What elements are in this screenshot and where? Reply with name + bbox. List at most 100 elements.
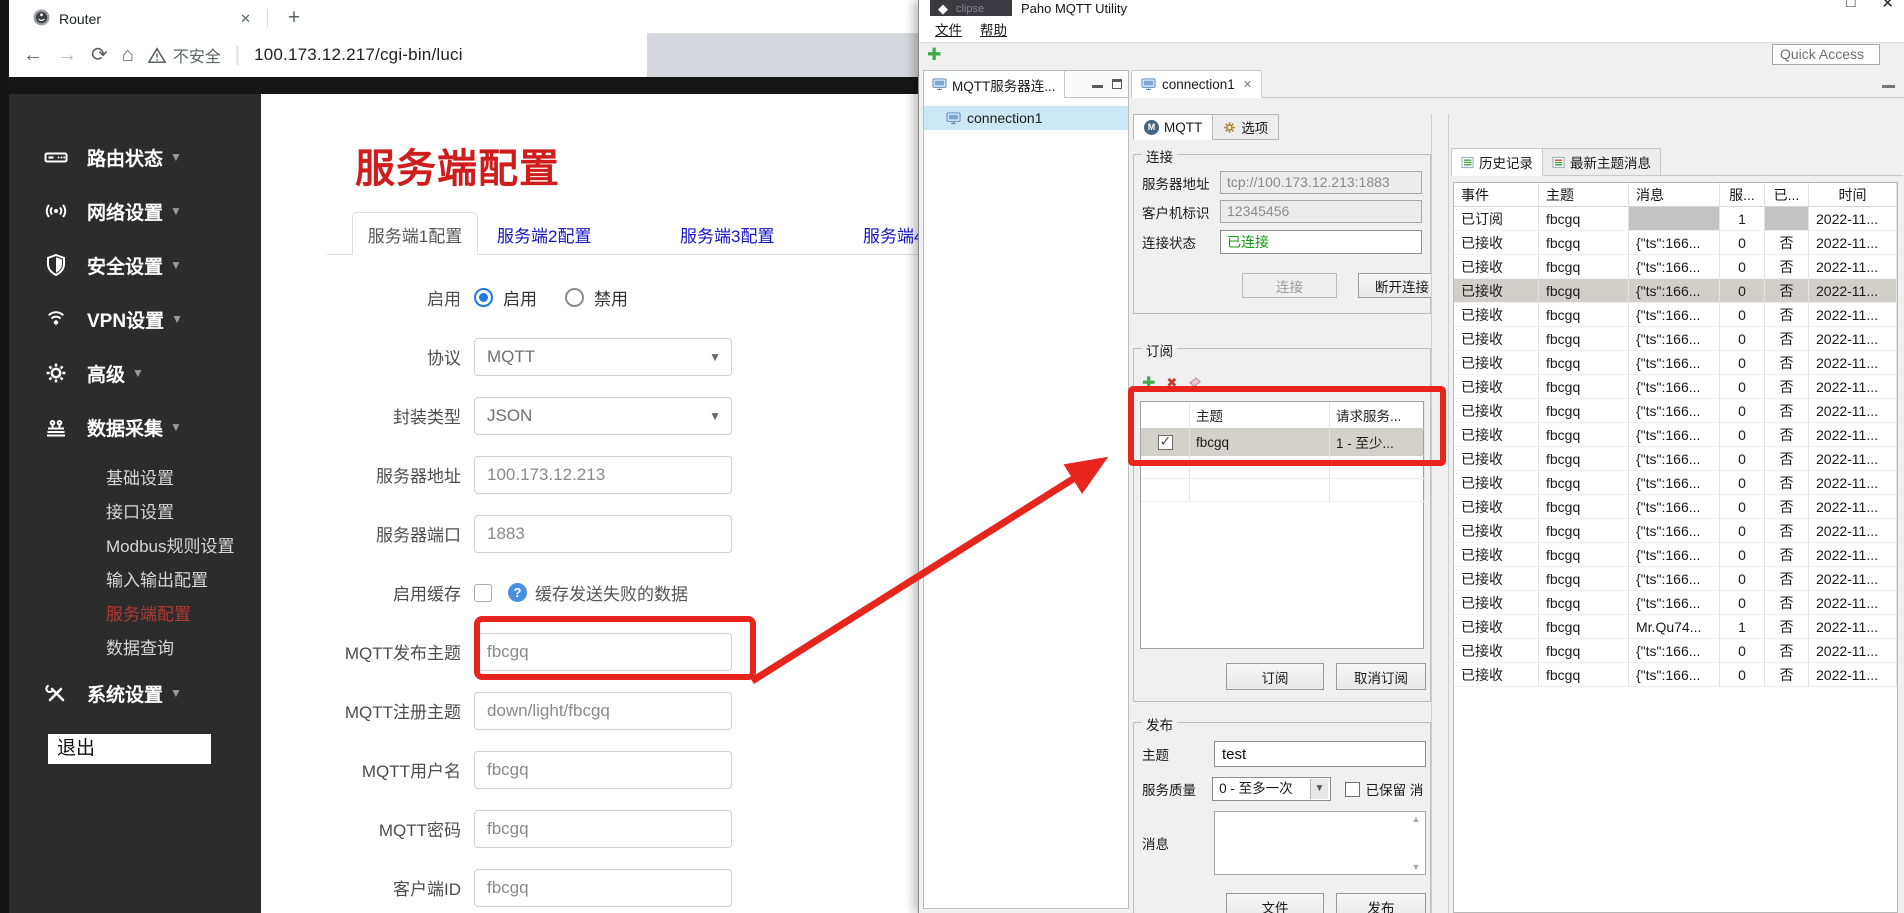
qos-select[interactable]: 0 - 至多一次▼ <box>1212 777 1331 801</box>
tab-server3[interactable]: 服务端3配置 <box>680 222 774 247</box>
sidebar-subitem-basic[interactable]: 基础设置 <box>9 462 261 496</box>
subscribe-button[interactable]: 订阅 <box>1226 663 1324 690</box>
table-row[interactable]: 已接收fbcgq{"ts":166...0否2022-11... <box>1454 303 1897 327</box>
sidebar-item-system[interactable]: 系统设置▼ <box>9 666 261 720</box>
forward-icon[interactable]: → <box>57 45 77 65</box>
table-row[interactable]: 已接收fbcgq{"ts":166...0否2022-11... <box>1454 423 1897 447</box>
table-row[interactable]: 已接收fbcgq{"ts":166...0否2022-11... <box>1454 591 1897 615</box>
pub-topic-input[interactable] <box>474 633 732 671</box>
table-row[interactable]: 已接收fbcgq{"ts":166...0否2022-11... <box>1454 255 1897 279</box>
unsubscribe-button[interactable]: 取消订阅 <box>1336 663 1426 690</box>
protocol-select[interactable]: MQTT▼ <box>474 338 732 376</box>
vertical-scrollbar[interactable] <box>1431 114 1449 913</box>
header-retained[interactable]: 已... <box>1765 183 1809 207</box>
mqtt-password-input[interactable] <box>474 810 732 848</box>
table-row[interactable]: 已接收fbcgq{"ts":166...0否2022-11... <box>1454 567 1897 591</box>
sidebar-item-network[interactable]: 网络设置▼ <box>9 184 261 238</box>
table-row[interactable]: 已接收fbcgqMr.Qu74...1否2022-11... <box>1454 615 1897 639</box>
connections-panel-tab[interactable]: MQTT服务器连... <box>924 71 1065 98</box>
header-message[interactable]: 消息 <box>1629 183 1720 207</box>
mqtt-username-input[interactable] <box>474 751 732 789</box>
sidebar-item-data-collect[interactable]: 数据采集▼ <box>9 400 261 454</box>
header-topic[interactable]: 主题 <box>1539 183 1629 207</box>
scroll-arrows[interactable]: ▲▼ <box>1409 814 1423 872</box>
maximize-icon[interactable]: □ <box>1846 0 1855 12</box>
file-button[interactable]: 文件 <box>1226 893 1324 913</box>
delete-subscription-icon[interactable]: ✖ <box>1166 375 1177 391</box>
security-status[interactable]: 不安全 <box>148 43 221 67</box>
sidebar-item-router-status[interactable]: 路由状态▼ <box>9 130 261 184</box>
sidebar-subitem-modbus[interactable]: Modbus规则设置 <box>9 530 261 564</box>
add-subscription-icon[interactable]: ✚ <box>1142 373 1155 393</box>
header-qos[interactable]: 服... <box>1720 183 1765 207</box>
reload-icon[interactable]: ⟳ <box>91 45 108 65</box>
client-id-input[interactable] <box>474 869 732 907</box>
menu-file[interactable]: 文件 <box>927 17 970 41</box>
clear-icon[interactable] <box>1188 377 1204 389</box>
sidebar-item-advanced[interactable]: 高级▼ <box>9 346 261 400</box>
connect-button[interactable]: 连接 <box>1242 273 1337 298</box>
table-row[interactable]: 已接收fbcgq{"ts":166...0否2022-11... <box>1454 471 1897 495</box>
table-row[interactable]: 已接收fbcgq{"ts":166...0否2022-11... <box>1454 399 1897 423</box>
tab-history[interactable]: 历史记录 <box>1451 148 1543 176</box>
back-icon[interactable]: ← <box>23 45 43 65</box>
restore-icon[interactable] <box>1882 80 1895 88</box>
maximize-panel-icon[interactable] <box>1112 79 1122 89</box>
sidebar-subitem-io[interactable]: 输入输出配置 <box>9 564 261 598</box>
table-row[interactable]: 已接收fbcgq{"ts":166...0否2022-11... <box>1454 279 1897 303</box>
publish-button[interactable]: 发布 <box>1336 893 1426 913</box>
subscription-checkbox[interactable] <box>1158 435 1173 450</box>
tab-server4[interactable]: 服务端4配置 <box>863 222 918 247</box>
table-row[interactable]: 已接收fbcgq{"ts":166...0否2022-11... <box>1454 663 1897 687</box>
tab-mqtt[interactable]: M MQTT <box>1133 114 1213 140</box>
tab-close-icon[interactable]: ✕ <box>240 11 251 27</box>
quick-access-box[interactable]: Quick Access <box>1772 44 1880 65</box>
table-row[interactable]: 已接收fbcgq{"ts":166...0否2022-11... <box>1454 495 1897 519</box>
tab-options[interactable]: 选项 <box>1213 114 1279 140</box>
sidebar-item-vpn[interactable]: VPN设置▼ <box>9 292 261 346</box>
table-row[interactable]: 已接收fbcgq{"ts":166...0否2022-11... <box>1454 231 1897 255</box>
tab-server2[interactable]: 服务端2配置 <box>497 222 591 247</box>
connection-tree-item[interactable]: connection1 <box>924 106 1128 130</box>
message-textarea[interactable]: ▲▼ <box>1214 811 1426 875</box>
menu-help[interactable]: 帮助 <box>972 17 1015 41</box>
reg-topic-input[interactable] <box>474 692 732 730</box>
home-icon[interactable]: ⌂ <box>122 45 134 65</box>
server-addr-input[interactable] <box>474 456 732 494</box>
table-row[interactable]: 已接收fbcgq{"ts":166...0否2022-11... <box>1454 639 1897 663</box>
close-icon[interactable]: ✕ <box>1881 0 1894 12</box>
new-tab-button[interactable]: + <box>281 5 307 31</box>
table-row[interactable]: 已订阅fbcgq12022-11... <box>1454 207 1897 231</box>
header-topic[interactable]: 主题 <box>1190 402 1330 429</box>
subscription-row[interactable]: fbcgq 1 - 至少... <box>1141 429 1423 456</box>
encap-select[interactable]: JSON▼ <box>474 397 732 435</box>
tab-latest-messages[interactable]: 最新主题消息 <box>1543 148 1661 176</box>
table-row[interactable]: 已接收fbcgq{"ts":166...0否2022-11... <box>1454 447 1897 471</box>
logout-button[interactable]: 退出 <box>48 734 211 764</box>
browser-tab[interactable]: Router ✕ <box>23 4 261 33</box>
enable-radio[interactable] <box>474 288 493 307</box>
url-text[interactable]: 100.173.12.217/cgi-bin/luci <box>254 45 463 65</box>
table-row[interactable]: 已接收fbcgq{"ts":166...0否2022-11... <box>1454 543 1897 567</box>
publish-topic-input[interactable] <box>1214 741 1426 767</box>
sidebar-item-security[interactable]: 安全设置▼ <box>9 238 261 292</box>
minimize-icon[interactable] <box>1092 79 1103 88</box>
header-qos[interactable]: 请求服务... <box>1330 402 1425 429</box>
table-row[interactable]: 已接收fbcgq{"ts":166...0否2022-11... <box>1454 351 1897 375</box>
disable-radio[interactable] <box>565 288 584 307</box>
new-connection-icon[interactable]: ✚ <box>927 45 941 65</box>
retained-checkbox[interactable] <box>1345 782 1360 797</box>
table-row[interactable]: 已接收fbcgq{"ts":166...0否2022-11... <box>1454 327 1897 351</box>
table-row[interactable]: 已接收fbcgq{"ts":166...0否2022-11... <box>1454 375 1897 399</box>
header-time[interactable]: 时间 <box>1809 183 1897 207</box>
sidebar-subitem-data-query[interactable]: 数据查询 <box>9 632 261 666</box>
table-row[interactable]: 已接收fbcgq{"ts":166...0否2022-11... <box>1454 519 1897 543</box>
header-event[interactable]: 事件 <box>1454 183 1539 207</box>
cache-checkbox[interactable] <box>474 584 492 602</box>
server-port-input[interactable] <box>474 515 732 553</box>
tab-close-icon[interactable]: ✕ <box>1243 78 1252 91</box>
sidebar-subitem-interface[interactable]: 接口设置 <box>9 496 261 530</box>
tab-server1[interactable]: 服务端1配置 <box>352 212 478 255</box>
sidebar-subitem-server-config[interactable]: 服务端配置 <box>9 598 261 632</box>
editor-tab-connection1[interactable]: connection1 ✕ <box>1131 70 1262 98</box>
